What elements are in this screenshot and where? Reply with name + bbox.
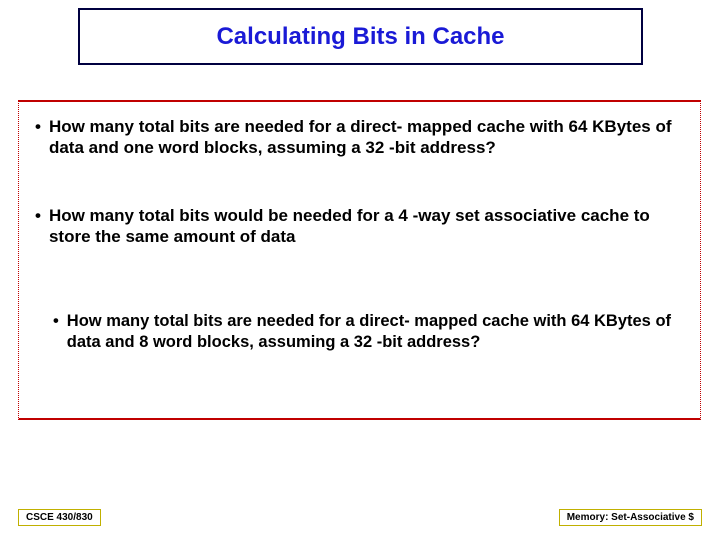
bullet-dot-icon: • [29,205,49,226]
slide: Calculating Bits in Cache • How many tot… [0,0,720,540]
footer-left: CSCE 430/830 [18,509,101,526]
body-box: • How many total bits are needed for a d… [18,100,701,420]
bullet-text: How many total bits would be needed for … [49,205,690,248]
footer-right: Memory: Set-Associative $ [559,509,702,526]
bullet-dot-icon: • [47,311,67,332]
bullet-text: How many total bits are needed for a dir… [49,116,690,159]
title-box: Calculating Bits in Cache [78,8,643,65]
bullet-dot-icon: • [29,116,49,137]
bullet-text: How many total bits are needed for a dir… [67,311,690,352]
bullet-item: • How many total bits are needed for a d… [29,311,690,352]
slide-title: Calculating Bits in Cache [216,23,504,51]
bullet-item: • How many total bits are needed for a d… [29,116,690,159]
bullet-item: • How many total bits would be needed fo… [29,205,690,248]
